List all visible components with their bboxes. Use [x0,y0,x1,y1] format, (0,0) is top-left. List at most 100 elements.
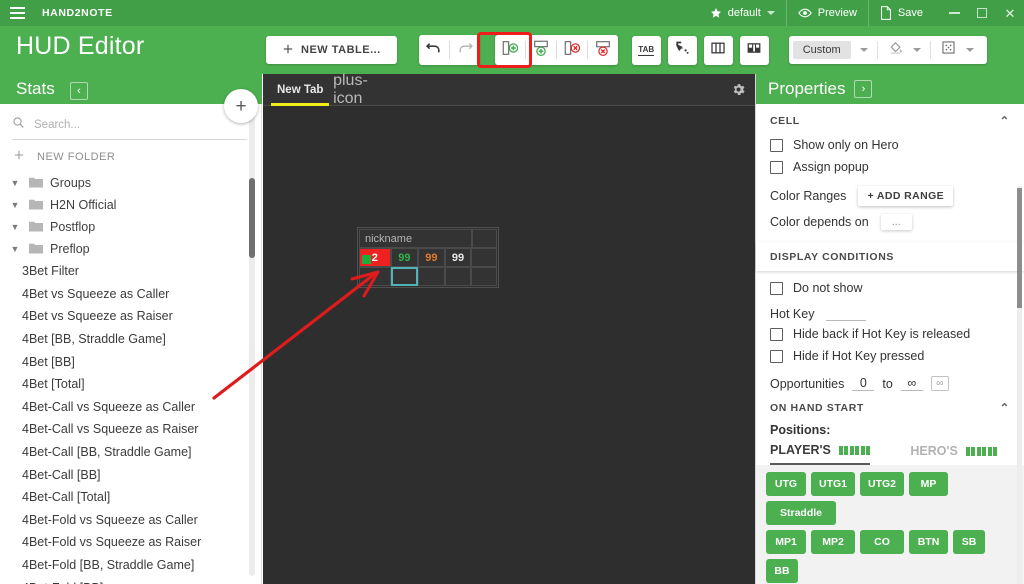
border-style-button[interactable] [940,39,957,61]
save-button[interactable]: Save [867,0,934,26]
tab-tool-button[interactable]: TAB [631,35,661,65]
list-item[interactable]: 4Bet-Fold vs Squeeze as Raiser [0,531,261,554]
position-button-mp1[interactable]: MP1 [766,530,806,554]
opportunities-max-input[interactable]: ∞ [900,376,923,391]
position-button-utg2[interactable]: UTG2 [860,472,904,496]
checkbox-box[interactable] [770,138,783,152]
add-column-button[interactable] [495,35,525,65]
chevron-down-icon[interactable] [766,11,775,15]
chevron-down-icon[interactable] [965,48,974,52]
add-stat-fab-button[interactable]: + [224,89,258,123]
tab-settings-button[interactable] [731,82,746,102]
hud-cell-empty[interactable] [471,229,497,248]
checkbox-hide-back-released[interactable]: Hide back if Hot Key is released [756,323,1024,345]
section-on-hand-start-header[interactable]: ON HAND START ⌃ [756,395,1024,421]
list-item[interactable]: 4Bet-Call [BB, Straddle Game] [0,441,261,464]
list-item[interactable]: 4Bet [Total] [0,373,261,396]
profile-selector[interactable]: default [699,0,786,26]
properties-expand-button[interactable]: › [854,80,873,98]
checkbox-assign-popup[interactable]: Assign popup [756,156,1024,178]
stats-collapse-button[interactable]: ‹ [70,82,88,100]
hud-cell-nickname[interactable]: nickname [359,229,472,248]
hud-cell-empty[interactable] [359,267,391,286]
maximize-button[interactable] [968,0,996,26]
minimize-button[interactable] [940,0,968,26]
list-item[interactable]: 4Bet-Call vs Squeeze as Raiser [0,418,261,441]
position-button-co[interactable]: CO [860,530,904,554]
opportunities-min-input[interactable]: 0 [852,376,875,391]
list-item[interactable]: 4Bet-Call vs Squeeze as Caller [0,396,261,419]
checkbox-show-only-hero[interactable]: Show only on Hero [756,134,1024,156]
tree-folder-h2n-official[interactable]: ▼ H2N Official [0,194,261,216]
list-item[interactable]: 4Bet [BB, Straddle Game] [0,328,261,351]
checkbox-box[interactable] [770,160,783,174]
new-table-button[interactable]: NEW TABLE... [266,36,397,64]
position-button-sb[interactable]: SB [953,530,985,554]
checkbox-box[interactable] [770,327,783,341]
list-item[interactable]: 4Bet-Fold vs Squeeze as Caller [0,509,261,532]
close-button[interactable]: ✕ [996,0,1024,26]
list-item[interactable]: 4Bet-Fold [BB, Straddle Game] [0,554,261,577]
position-button-straddle[interactable]: Straddle [766,501,836,525]
hud-cell-empty[interactable] [471,267,497,286]
section-cell-header[interactable]: CELL ⌃ [756,104,1024,134]
columns-tool-button[interactable] [703,35,733,65]
hud-table-widget[interactable]: nickname 2 99 99 99 [357,227,499,288]
checkbox-hide-if-pressed[interactable]: Hide if Hot Key pressed [756,345,1024,367]
position-button-bb[interactable]: BB [766,559,798,583]
list-item[interactable]: 4Bet-Call [BB] [0,463,261,486]
hud-cell-selected[interactable] [390,267,419,286]
list-item[interactable]: 4Bet vs Squeeze as Raiser [0,305,261,328]
add-row-button[interactable] [526,35,556,65]
position-button-btn[interactable]: BTN [909,530,948,554]
fill-color-button[interactable] [887,39,904,61]
sidebar-scrollbar-thumb[interactable] [249,178,255,258]
hud-cell-stat-3[interactable]: 99 [444,248,472,267]
position-button-mp[interactable]: MP [909,472,948,496]
position-button-utg1[interactable]: UTG1 [811,472,855,496]
infinity-toggle-button[interactable]: ∞ [930,376,949,391]
tab-players-positions[interactable]: PLAYER'S [770,443,871,465]
checkbox-box[interactable] [770,281,783,295]
list-item[interactable]: 4Bet vs Squeeze as Caller [0,283,261,306]
tab-new-tab[interactable]: New Tab [263,74,337,106]
properties-scrollbar-thumb[interactable] [1017,188,1022,308]
checkbox-do-not-show[interactable]: Do not show [756,277,1024,299]
hud-cell-empty[interactable] [471,248,497,267]
checkbox-box[interactable] [770,349,783,363]
hamburger-menu-icon[interactable] [0,0,34,26]
chevron-up-icon[interactable]: ⌃ [999,401,1010,415]
color-depends-button[interactable]: ... [880,214,912,230]
hot-key-input[interactable] [826,307,867,321]
search-input[interactable] [34,119,224,131]
tree-folder-preflop[interactable]: ▼ Preflop [0,238,261,260]
chevron-down-icon[interactable]: ▼ [8,198,22,212]
preview-button[interactable]: Preview [785,0,868,26]
chevron-up-icon[interactable]: ⌃ [999,114,1010,128]
hud-cell-stat-1[interactable]: 99 [390,248,419,267]
chevron-down-icon[interactable]: ▼ [8,220,22,234]
list-item[interactable]: 4Bet [BB] [0,350,261,373]
hud-cell-stat-0[interactable]: 2 [359,248,391,267]
list-item[interactable]: 4Bet-Call [Total] [0,486,261,509]
split-columns-tool-button[interactable] [739,35,769,65]
hud-canvas[interactable]: nickname 2 99 99 99 [263,106,755,584]
hud-cell-empty[interactable] [418,267,445,286]
delete-row-button[interactable] [588,35,618,65]
section-display-conditions-header[interactable]: DISPLAY CONDITIONS [756,242,1024,271]
hud-cell-empty[interactable] [444,267,472,286]
tree-folder-groups[interactable]: ▼ Groups [0,172,261,194]
chevron-down-icon[interactable] [912,48,921,52]
tree-folder-postflop[interactable]: ▼ Postflop [0,216,261,238]
hud-cell-stat-2[interactable]: 99 [418,248,445,267]
position-button-mp2[interactable]: MP2 [811,530,855,554]
add-range-button[interactable]: + ADD RANGE [858,186,954,206]
chevron-down-icon[interactable]: ▼ [8,242,22,256]
chevron-down-icon[interactable]: ▼ [8,176,22,190]
redo-button[interactable] [450,35,480,65]
position-button-utg[interactable]: UTG [766,472,806,496]
tab-heros-positions[interactable]: HERO'S [910,444,998,464]
popup-tool-button[interactable] [667,35,697,65]
undo-button[interactable] [419,35,449,65]
list-item[interactable]: 3Bet Filter [0,260,261,283]
